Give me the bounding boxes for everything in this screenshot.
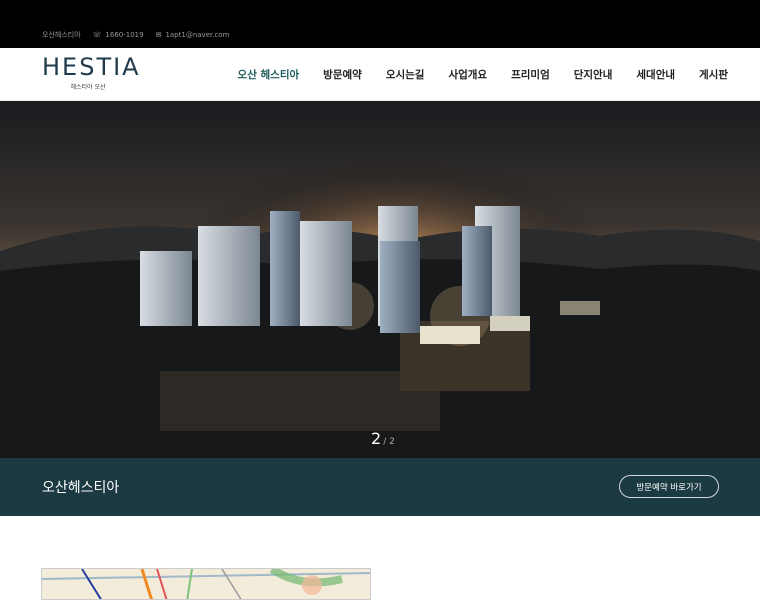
nav-item-visit[interactable]: 방문예약 — [323, 67, 362, 82]
phone-number: 1660-1019 — [105, 31, 144, 39]
site-header: HESTIA 헤스티아 오산 오산 헤스티아 방문예약 오시는길 사업개요 프리… — [0, 48, 760, 101]
phone-contact[interactable]: ☏ 1660-1019 — [93, 31, 144, 39]
top-info-bar: 오산헤스티아 ☏ 1660-1019 ✉ 1apt1@naver.com — [0, 0, 760, 48]
nav-item-units[interactable]: 세대안내 — [636, 67, 675, 82]
slide-total: / 2 — [383, 437, 395, 447]
logo-subtitle: 헤스티아 오산 — [70, 84, 106, 91]
phone-icon: ☏ — [92, 31, 102, 39]
contact-info: 오산헤스티아 ☏ 1660-1019 ✉ 1apt1@naver.com — [42, 30, 229, 40]
nav-item-complex[interactable]: 단지안내 — [574, 67, 613, 82]
hero-slider[interactable]: 2/ 2 — [0, 101, 760, 458]
slide-current: 2 — [371, 429, 382, 448]
email-contact[interactable]: ✉ 1apt1@naver.com — [156, 31, 230, 39]
site-name: 오산헤스티아 — [42, 31, 81, 39]
nav-item-board[interactable]: 게시판 — [699, 67, 728, 82]
map-graphic — [42, 569, 370, 599]
nav-item-hestia[interactable]: 오산 헤스티아 — [238, 67, 300, 82]
visit-reservation-button[interactable]: 방문예약 바로가기 — [619, 475, 719, 498]
email-address: 1apt1@naver.com — [165, 31, 230, 39]
title-band: 오산헤스티아 방문예약 바로가기 — [0, 458, 760, 516]
band-title: 오산헤스티아 — [42, 480, 120, 496]
main-nav: 오산 헤스티아 방문예약 오시는길 사업개요 프리미엄 단지안내 세대안내 게시… — [238, 48, 728, 101]
slide-counter: 2/ 2 — [371, 429, 395, 448]
hero-image — [0, 101, 760, 458]
logo[interactable]: HESTIA 헤스티아 오산 — [42, 53, 141, 94]
logo-text: HESTIA — [42, 53, 141, 81]
nav-item-overview[interactable]: 사업개요 — [448, 67, 487, 82]
location-map-image — [41, 568, 371, 600]
nav-item-premium[interactable]: 프리미엄 — [511, 67, 550, 82]
mail-icon: ✉ — [155, 31, 162, 39]
nav-item-directions[interactable]: 오시는길 — [386, 67, 425, 82]
